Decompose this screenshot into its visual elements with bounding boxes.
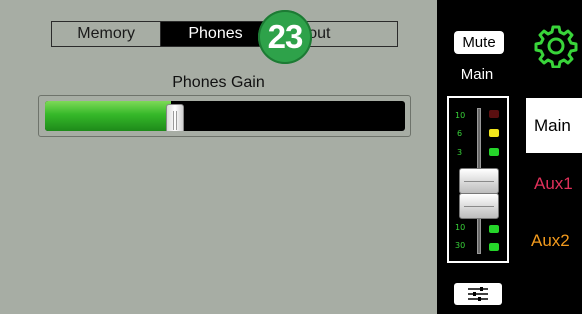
mix-bus-selector: Main Aux1 Aux2	[526, 0, 582, 314]
channel-name: Main	[460, 66, 494, 83]
level-led	[489, 148, 499, 156]
scale-label: 6	[457, 129, 463, 138]
scale-label: 3	[457, 148, 463, 157]
phones-gain-slider[interactable]	[38, 95, 411, 137]
bus-aux1[interactable]: Aux1	[534, 174, 573, 194]
bus-aux2[interactable]: Aux2	[531, 231, 570, 251]
phones-gain-label: Phones Gain	[172, 74, 265, 91]
phones-gain-track[interactable]	[45, 101, 405, 131]
level-led	[489, 225, 499, 233]
fader-cap[interactable]	[459, 193, 499, 219]
sliders-icon-glyph	[468, 287, 488, 301]
scale-label: 10	[455, 111, 466, 120]
sliders-icon[interactable]	[454, 283, 502, 305]
phones-gain-fill	[45, 101, 171, 131]
scale-label: 30	[455, 241, 466, 250]
tab-phones[interactable]: Phones	[160, 22, 270, 46]
fader-cap[interactable]	[459, 168, 499, 194]
mute-button[interactable]: Mute	[454, 31, 504, 54]
level-led	[489, 243, 499, 251]
bus-main[interactable]: Main	[526, 98, 582, 153]
gear-icon[interactable]	[534, 24, 578, 68]
channel-strip: Mute Main 10 6 3 10 30	[437, 0, 526, 314]
main-fader[interactable]: 10 6 3 10 30	[447, 96, 509, 263]
clip-led	[489, 110, 499, 118]
phones-gain-handle[interactable]	[166, 104, 184, 131]
tab-bar: Memory Phones About	[51, 21, 398, 47]
step-number-badge: 23	[258, 10, 312, 64]
phones-panel: Memory Phones About 23 Phones Gain	[0, 0, 437, 314]
level-led	[489, 129, 499, 137]
tab-memory[interactable]: Memory	[52, 22, 160, 46]
scale-label: 10	[455, 223, 466, 232]
